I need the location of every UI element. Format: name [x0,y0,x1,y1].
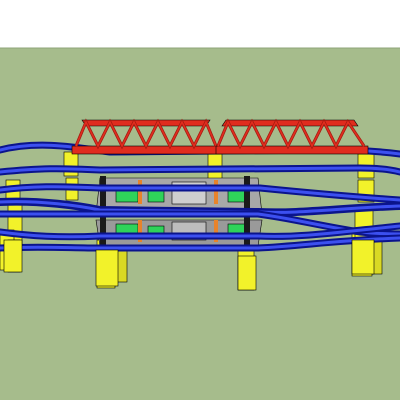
bridge-top-chord [81,119,211,127]
connector [214,180,218,204]
pier [351,239,375,275]
pier [237,255,257,291]
post [100,176,106,210]
pier [3,239,23,273]
bridge-top-chord [221,119,359,127]
post [100,216,106,246]
track-layout-3d-scene [0,0,400,400]
bridge-deck [215,145,369,155]
post [244,176,250,210]
connector [138,180,142,204]
sky [0,0,400,48]
post [244,216,250,246]
pier [95,249,119,287]
